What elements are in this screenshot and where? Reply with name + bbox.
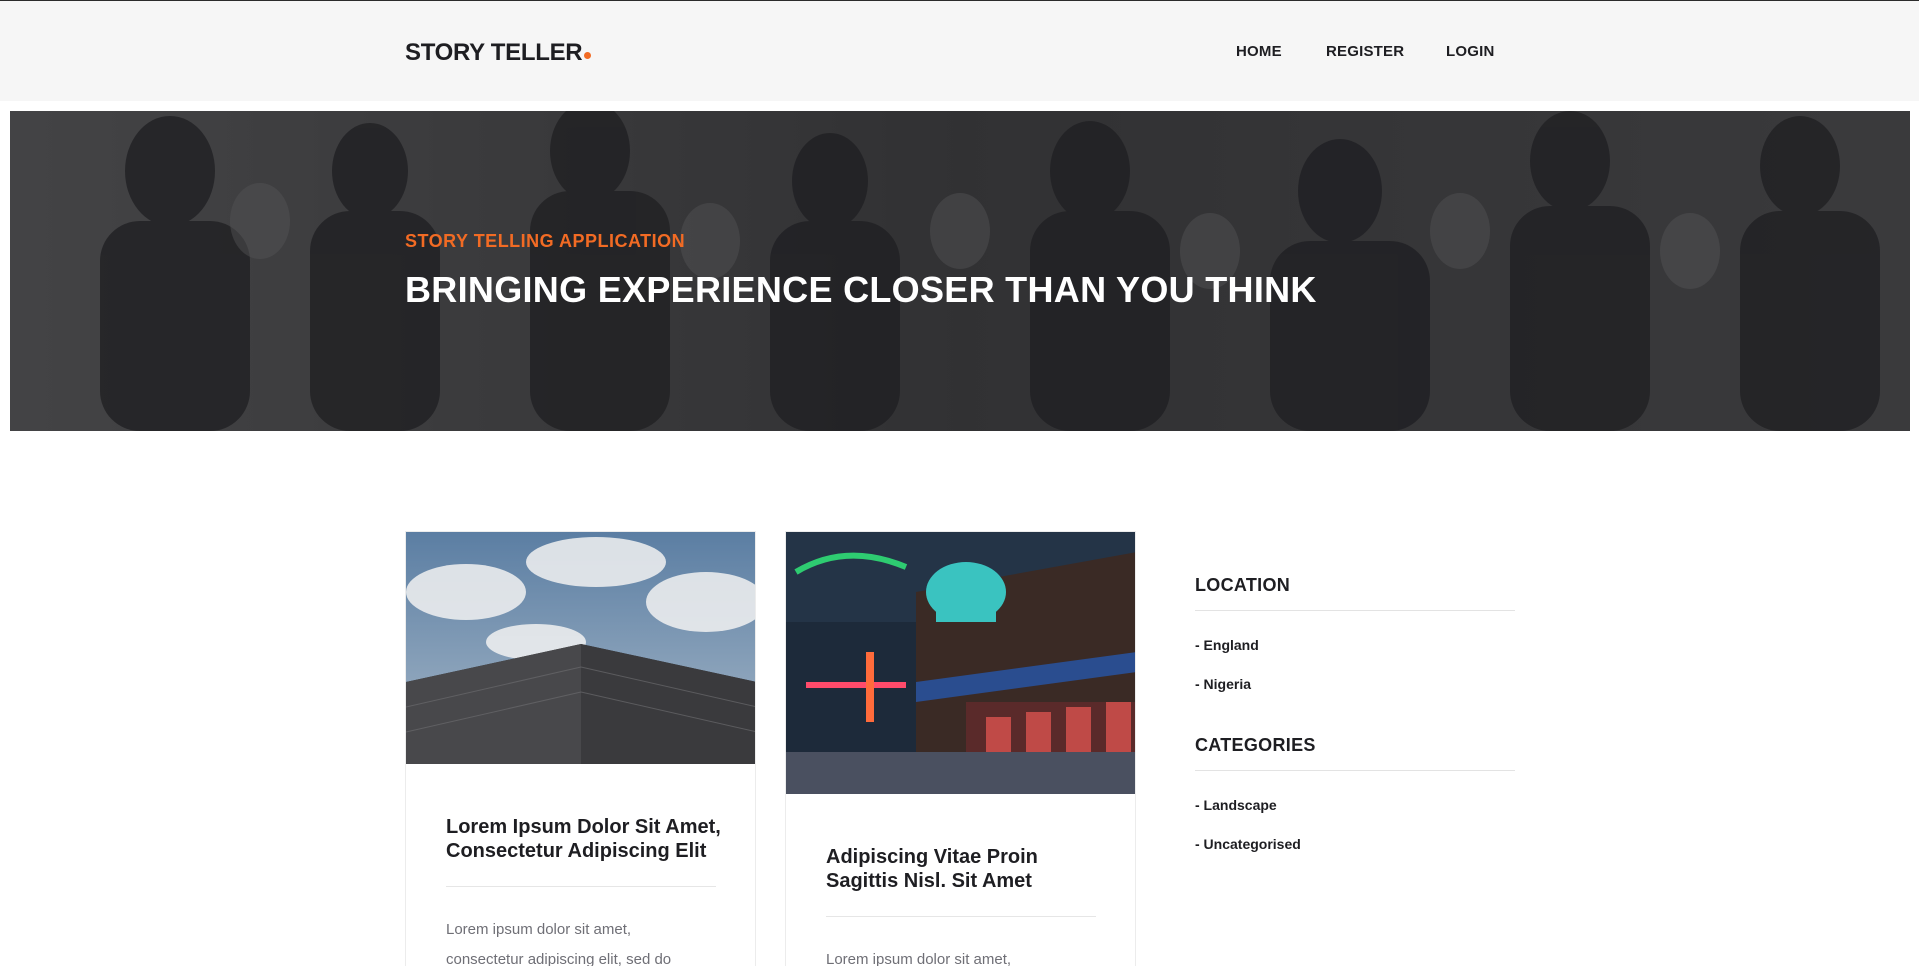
post-divider xyxy=(446,886,716,887)
post-title[interactable]: Adipiscing Vitae Proin Sagittis Nisl. Si… xyxy=(826,845,1106,893)
category-item-uncategorised[interactable]: - Uncategorised xyxy=(1195,836,1515,875)
location-heading: LOCATION xyxy=(1195,575,1291,595)
sidebar: LOCATION - England - Nigeria CATEGORIES … xyxy=(1195,575,1515,875)
logo-text[interactable]: STORY TELLER xyxy=(405,39,583,66)
site-logo[interactable]: STORY TELLER xyxy=(405,39,592,67)
post-image-building[interactable] xyxy=(406,532,756,764)
categories-heading: CATEGORIES xyxy=(1195,735,1316,755)
hero-title: BRINGING EXPERIENCE CLOSER THAN YOU THIN… xyxy=(405,269,1317,310)
nav-login-link[interactable]: LOGIN xyxy=(1446,43,1495,60)
post-card[interactable]: Lorem Ipsum Dolor Sit Amet, Consectetur … xyxy=(405,531,756,966)
category-item-landscape[interactable]: - Landscape xyxy=(1195,797,1515,836)
post-card[interactable]: Adipiscing Vitae Proin Sagittis Nisl. Si… xyxy=(785,531,1136,966)
location-item-england[interactable]: - England xyxy=(1195,637,1515,676)
post-excerpt: Lorem ipsum dolor sit amet, consectetur … xyxy=(446,921,672,966)
hero-subtitle: STORY TELLING APPLICATION xyxy=(405,231,686,251)
post-divider xyxy=(826,916,1096,917)
site-header: STORY TELLER HOME REGISTER LOGIN xyxy=(0,1,1919,101)
post-title[interactable]: Lorem Ipsum Dolor Sit Amet, Consectetur … xyxy=(446,815,726,863)
post-excerpt: Lorem ipsum dolor sit amet, xyxy=(826,951,1012,966)
location-item-nigeria[interactable]: - Nigeria xyxy=(1195,676,1515,715)
hero-banner: STORY TELLING APPLICATION BRINGING EXPER… xyxy=(10,111,1910,431)
location-divider xyxy=(1195,610,1515,611)
nav-home-link[interactable]: HOME xyxy=(1236,43,1282,60)
location-list: - England - Nigeria xyxy=(1195,637,1515,715)
categories-divider xyxy=(1195,770,1515,771)
nav-register-link[interactable]: REGISTER xyxy=(1326,43,1446,60)
logo-dot xyxy=(584,52,592,59)
categories-list: - Landscape - Uncategorised xyxy=(1195,797,1515,875)
post-image-neon-street[interactable] xyxy=(786,532,1136,794)
